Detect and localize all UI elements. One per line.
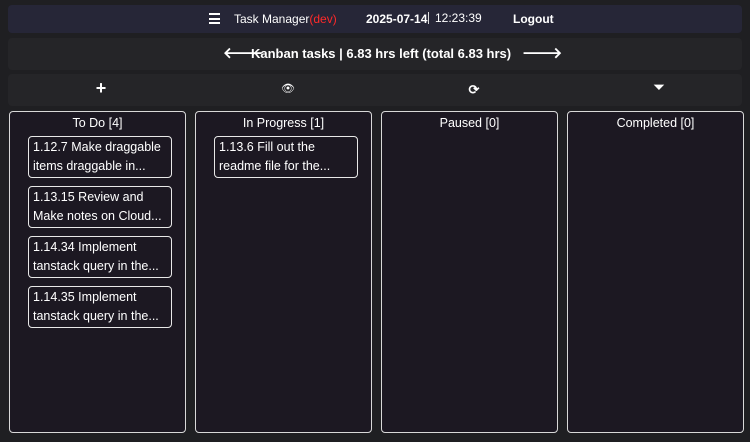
eye-icon[interactable]: 👁 — [278, 82, 298, 95]
column-title: In Progress [1] — [242, 116, 325, 130]
column-title: Paused [0] — [439, 116, 500, 130]
card-text: 1.12.7 Make draggable — [33, 140, 161, 154]
task-card[interactable]: 1.12.7 Make draggable items draggable in.… — [28, 136, 172, 178]
top-bar: Task Manager(dev) 2025-07-14 12:23:39 Lo… — [8, 5, 742, 33]
kanban-nav: 🡐 Kanban tasks | 6.83 hrs left (total 6.… — [8, 38, 742, 70]
card-text: tanstack query in the... — [33, 309, 159, 323]
card-text: 1.14.35 Implement — [33, 290, 137, 304]
column-todo: To Do [4] 1.12.7 Make draggable items dra… — [9, 111, 186, 433]
time-display: 12:23:39 — [428, 12, 482, 24]
add-icon[interactable]: + — [91, 78, 111, 99]
column-completed: Completed [0] — [567, 111, 744, 433]
arrow-right-icon[interactable]: 🡒 — [522, 43, 562, 62]
card-text: items draggable in... — [33, 159, 146, 173]
refresh-icon[interactable]: ⟳ — [464, 82, 484, 98]
card-text: 1.13.6 Fill out the — [219, 140, 315, 154]
column-paused: Paused [0] — [381, 111, 558, 433]
date-display: 2025-07-14 — [366, 12, 428, 26]
logout-button[interactable]: Logout — [513, 12, 554, 26]
card-text: 1.13.15 Review and — [33, 190, 144, 204]
card-text: tanstack query in the... — [33, 259, 159, 273]
app-title: Task Manager(dev) — [234, 12, 337, 26]
card-text: Make notes on Cloud... — [33, 209, 162, 223]
column-title: Completed [0] — [616, 116, 695, 130]
hamburger-menu-icon[interactable] — [209, 13, 220, 27]
task-card[interactable]: 1.14.34 Implement tanstack query in the..… — [28, 236, 172, 278]
toolbar: + 👁 ⟳ ⏷ — [8, 74, 742, 106]
env-label: (dev) — [309, 12, 337, 26]
column-title: To Do [4] — [72, 116, 123, 130]
app-title-text: Task Manager — [234, 12, 310, 26]
column-in-progress: In Progress [1] 1.13.6 Fill out the readm… — [195, 111, 372, 433]
card-text: readme file for the... — [219, 159, 331, 173]
card-text: 1.14.34 Implement — [33, 240, 137, 254]
filter-icon[interactable]: ⏷ — [649, 79, 669, 96]
task-card[interactable]: 1.13.6 Fill out the readme file for the..… — [214, 136, 358, 178]
task-card[interactable]: 1.13.15 Review and Make notes on Cloud... — [28, 186, 172, 228]
kanban-summary: Kanban tasks | 6.83 hrs left (total 6.83… — [251, 46, 512, 61]
task-card[interactable]: 1.14.35 Implement tanstack query in the..… — [28, 286, 172, 328]
